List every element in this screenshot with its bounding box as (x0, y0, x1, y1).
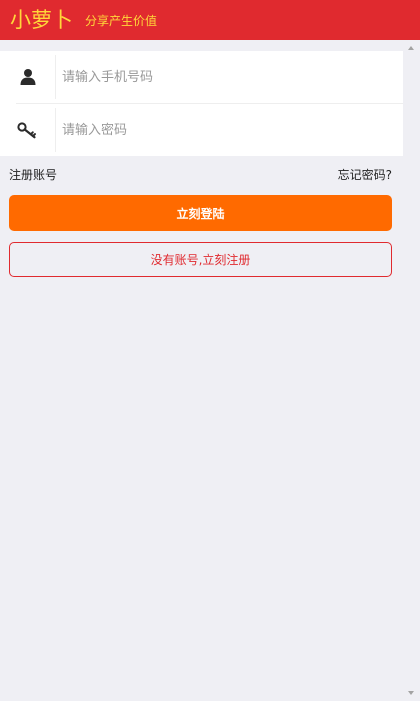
phone-input[interactable] (56, 56, 403, 98)
scroll-up-icon[interactable] (408, 46, 414, 50)
scrollbar[interactable] (403, 40, 420, 701)
forgot-password-link[interactable]: 忘记密码? (338, 166, 392, 183)
phone-row (0, 51, 403, 103)
brand-slogan: 分享产生价值 (85, 14, 158, 28)
key-icon (0, 108, 56, 152)
brand-name: 小萝卜 (10, 8, 73, 32)
password-row (0, 104, 403, 156)
login-button[interactable]: 立刻登陆 (9, 195, 392, 231)
login-form (0, 51, 403, 156)
user-icon (0, 55, 56, 99)
app-header: 小萝卜 分享产生价值 (0, 0, 420, 40)
register-button[interactable]: 没有账号,立刻注册 (9, 242, 392, 277)
password-input[interactable] (56, 109, 403, 151)
register-account-link[interactable]: 注册账号 (9, 166, 57, 183)
auth-links: 注册账号 忘记密码? (9, 166, 392, 183)
app-root: 小萝卜 分享产生价值 请输入手机号码 注册账号 忘记密码? 立刻登陆 没有账号,… (0, 0, 420, 701)
scroll-down-icon[interactable] (408, 691, 414, 695)
